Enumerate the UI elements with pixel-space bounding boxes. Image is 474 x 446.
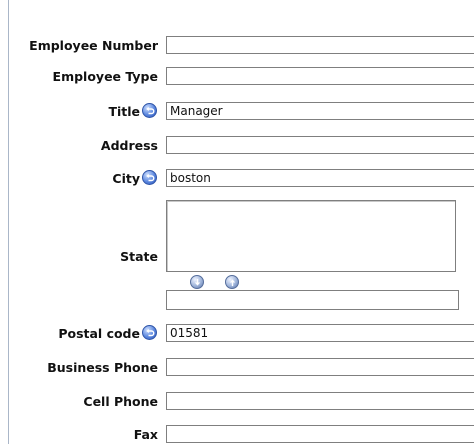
employee-type-field[interactable] <box>166 67 474 85</box>
address-label: Address <box>100 138 158 153</box>
fax-row: Fax <box>0 424 474 446</box>
employee-number-row: Employee Number <box>0 35 474 57</box>
title-field[interactable] <box>166 102 474 120</box>
employee-number-label: Employee Number <box>29 38 158 53</box>
fax-field[interactable] <box>166 425 474 443</box>
revert-arrow-icon[interactable] <box>142 103 157 118</box>
city-field[interactable] <box>166 169 474 187</box>
up-arrow-icon[interactable] <box>225 275 239 289</box>
business-phone-field[interactable] <box>166 358 474 376</box>
address-row: Address <box>0 135 474 157</box>
employee-type-row: Employee Type <box>0 66 474 88</box>
cell-phone-label: Cell Phone <box>83 394 158 409</box>
employee-type-label: Employee Type <box>52 69 158 84</box>
fax-label: Fax <box>133 427 158 442</box>
title-row: Title <box>0 101 474 123</box>
down-arrow-icon[interactable] <box>190 275 204 289</box>
city-row: City <box>0 168 474 190</box>
cell-phone-field[interactable] <box>166 392 474 410</box>
revert-arrow-icon[interactable] <box>142 325 157 340</box>
business-phone-label: Business Phone <box>47 360 158 375</box>
address-field[interactable] <box>166 136 474 154</box>
employee-number-field[interactable] <box>166 36 474 54</box>
postal-code-field[interactable] <box>166 324 474 342</box>
business-phone-row: Business Phone <box>0 357 474 379</box>
city-label: City <box>112 171 140 186</box>
title-label: Title <box>108 104 140 119</box>
postal-code-label: Postal code <box>58 326 140 341</box>
state-label: State <box>120 249 158 264</box>
cell-phone-row: Cell Phone <box>0 391 474 413</box>
revert-arrow-icon[interactable] <box>142 170 157 185</box>
postal-code-row: Postal code <box>0 323 474 345</box>
state-entry-field[interactable] <box>166 290 459 310</box>
state-listbox[interactable] <box>166 200 456 272</box>
